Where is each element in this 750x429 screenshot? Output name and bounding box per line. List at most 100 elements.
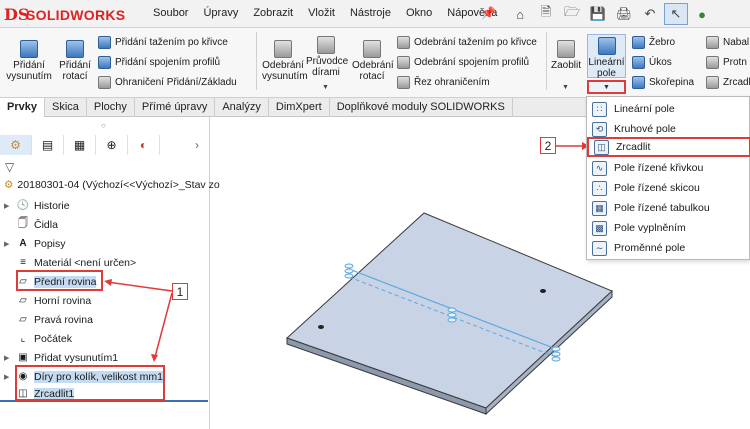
ukos-button[interactable]: Úkos	[632, 56, 672, 69]
tree-item-prava-rovina[interactable]: ▱ Pravá rovina	[4, 313, 93, 326]
expand-arrow-icon[interactable]: ▶	[4, 202, 12, 210]
ohraniceni-pridani-button[interactable]: Ohraničení Přidání/Základu	[98, 76, 237, 89]
tab-prime-upravy[interactable]: Přímé úpravy	[135, 98, 216, 117]
tab-skica[interactable]: Skica	[45, 98, 87, 117]
tab-dimxpert[interactable]: DimXpert	[269, 98, 330, 117]
logo-text: SOLIDWORKS	[26, 7, 126, 23]
pridani-spojenim-label: Přidání spojením profilů	[115, 57, 221, 68]
menu-okno[interactable]: Okno	[406, 7, 432, 19]
plane-icon: ▱	[19, 295, 27, 306]
expand-arrow-icon[interactable]: ▶	[4, 240, 12, 248]
zaoblit-label: Zaoblit	[550, 60, 581, 71]
menu-item-pole-skicou[interactable]: ∴ Pole řízené skicou	[587, 178, 750, 198]
open-folder-icon[interactable]: 🗁	[560, 3, 584, 25]
dowel-pin-icon	[447, 307, 457, 323]
tree-item-label: Čidla	[34, 218, 58, 231]
title-bar: DS SOLIDWORKS Soubor Úpravy Zobrazit Vlo…	[0, 0, 750, 28]
history-icon: 🕓	[16, 200, 30, 211]
menu-item-pole-tabulkou[interactable]: ▦ Pole řízené tabulkou	[587, 198, 750, 218]
zrcadl-button[interactable]: Zrcadl	[706, 76, 750, 89]
plane-icon: ▱	[19, 314, 27, 325]
tree-item-historie[interactable]: ▶ 🕓 Historie	[4, 199, 70, 212]
tree-root-part[interactable]: ⚙ 20180301-04 (Výchozí<<Výchozí>_Stav zo	[4, 179, 220, 191]
odebrani-spojenim-button[interactable]: Odebrání spojením profilů	[397, 56, 529, 69]
nabal-button[interactable]: Nabal	[706, 36, 749, 49]
print-icon[interactable]: 🖨	[612, 3, 636, 25]
boundary-cut-icon	[397, 76, 410, 89]
hole-icon	[540, 289, 546, 293]
fillet-dropdown-icon[interactable]: ▼	[562, 84, 569, 91]
chevron-right-icon[interactable]: ›	[195, 138, 199, 152]
tab-doplnkove-moduly[interactable]: Doplňkové moduly SOLIDWORKS	[330, 98, 513, 117]
rez-ohranicenim-button[interactable]: Řez ohraničením	[397, 76, 490, 89]
save-icon[interactable]: 💾	[586, 3, 610, 25]
expand-arrow-icon[interactable]: ▶	[4, 373, 12, 381]
odebrani-rotaci-button[interactable]: Odebrání rotací	[352, 40, 394, 82]
menu-vlozit[interactable]: Vložit	[308, 7, 335, 19]
menu-bar: Soubor Úpravy Zobrazit Vložit Nástroje O…	[153, 7, 512, 19]
tab-plochy[interactable]: Plochy	[87, 98, 135, 117]
traffic-light-icon[interactable]: ●	[690, 3, 714, 25]
sweep-boss-icon	[98, 36, 111, 49]
linear-pattern-dropdown-menu: ∷ Lineární pole ⟲ Kruhové pole ◫ Zrcadli…	[586, 96, 750, 260]
ribbon-toolbar: Přidání vysunutím Přidání rotací Přidání…	[0, 28, 750, 98]
tree-item-label: Počátek	[34, 332, 72, 345]
menu-zobrazit[interactable]: Zobrazit	[253, 7, 293, 19]
skorepina-button[interactable]: Skořepina	[632, 76, 694, 89]
menu-item-kruhove-pole[interactable]: ⟲ Kruhové pole	[587, 119, 750, 139]
pridani-tazenim-button[interactable]: Přidání tažením po křivce	[98, 36, 228, 49]
linearni-pole-button[interactable]: Lineární pole	[587, 34, 626, 79]
menu-item-promenne-pole[interactable]: ∼ Proměnné pole	[587, 238, 750, 258]
property-manager-tab-icon[interactable]: ▤	[32, 135, 64, 155]
linear-pattern-dropdown-button[interactable]: ▼	[587, 80, 626, 94]
menu-nastroje[interactable]: Nástroje	[350, 7, 391, 19]
menu-item-linearni-pole[interactable]: ∷ Lineární pole	[587, 99, 750, 119]
display-manager-tab-icon[interactable]: ◐	[128, 135, 160, 155]
menu-item-pole-krivkou[interactable]: ∿ Pole řízené křivkou	[587, 158, 750, 178]
linearni-pole-label: Lineární pole	[588, 57, 625, 79]
ds-logo-icon: DS	[4, 5, 30, 24]
pridani-rotaci-button[interactable]: Přidání rotací	[57, 40, 93, 82]
expand-arrow-icon[interactable]: ▶	[4, 354, 12, 362]
tree-item-popisy[interactable]: ▶ A Popisy	[4, 237, 66, 250]
menu-item-zrcadlit[interactable]: ◫ Zrcadlit	[587, 137, 750, 157]
skorepina-label: Skořepina	[649, 77, 695, 88]
feature-tree-tab-icon[interactable]: ⚙	[0, 135, 32, 155]
zaoblit-button[interactable]: Zaoblit	[548, 40, 584, 71]
tree-item-horni-rovina[interactable]: ▱ Horní rovina	[4, 294, 91, 307]
new-document-icon[interactable]: 🗎	[534, 3, 558, 25]
menu-item-pole-vyplnenim[interactable]: ▩ Pole vyplněním	[587, 218, 750, 238]
zebro-button[interactable]: Žebro	[632, 36, 675, 49]
dimxpert-tab-icon[interactable]: ⊕	[96, 135, 128, 155]
home-icon[interactable]: ⌂	[508, 3, 532, 25]
annotation-box	[15, 365, 165, 401]
select-cursor-icon[interactable]: ↖	[664, 3, 688, 25]
plate-front-face	[286, 337, 487, 415]
odebrani-tazenim-button[interactable]: Odebrání tažením po křivce	[397, 36, 537, 49]
tree-item-pocatek[interactable]: ⌞ Počátek	[4, 332, 72, 345]
filter-icon[interactable]: ▽	[5, 160, 14, 174]
tree-item-pridat-vysunutim[interactable]: ▶ ▣ Přidat vysunutím1	[4, 351, 118, 364]
ukos-label: Úkos	[649, 57, 672, 68]
hole-wizard-dropdown-icon[interactable]: ▼	[322, 84, 329, 91]
odebrani-vysunutim-button[interactable]: Odebrání vysunutím	[262, 40, 308, 82]
zebro-label: Žebro	[649, 37, 676, 48]
panel-grip-icon[interactable]: ○	[101, 121, 106, 130]
tree-item-material[interactable]: ≡ Materiál <není určen>	[4, 256, 136, 269]
menu-soubor[interactable]: Soubor	[153, 7, 188, 19]
pin-icon[interactable]: 📌	[481, 6, 496, 20]
tab-analyzy[interactable]: Analýzy	[215, 98, 269, 117]
configuration-manager-tab-icon[interactable]: ▦	[64, 135, 96, 155]
tree-item-label: Materiál <není určen>	[34, 256, 137, 269]
pridani-spojenim-button[interactable]: Přidání spojením profilů	[98, 56, 220, 69]
protn-button[interactable]: Protn	[706, 56, 747, 69]
sketch-pattern-icon: ∴	[592, 180, 607, 196]
pridani-vysunutim-button[interactable]: Přidání vysunutím	[6, 40, 52, 82]
dowel-pin-icon	[551, 346, 561, 362]
undo-icon[interactable]: ↶	[638, 3, 662, 25]
menu-upravy[interactable]: Úpravy	[203, 7, 238, 19]
callout-2: 2	[540, 137, 556, 154]
tab-prvky[interactable]: Prvky	[0, 98, 45, 117]
pruvodce-dirami-button[interactable]: Průvodce dírami	[306, 36, 348, 78]
tree-item-cidla[interactable]: 🗍 Čidla	[4, 218, 58, 231]
